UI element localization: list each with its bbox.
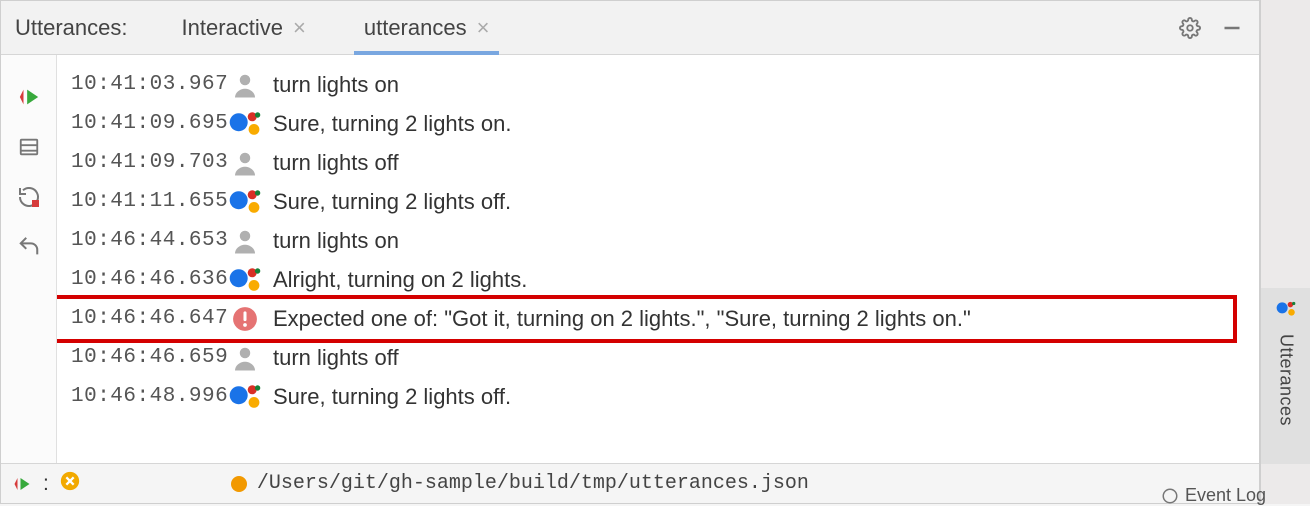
error-icon bbox=[227, 301, 263, 337]
minimize-icon[interactable] bbox=[1219, 15, 1245, 41]
log-message: turn lights on bbox=[273, 72, 399, 98]
timestamp: 10:46:48.996 bbox=[71, 385, 217, 408]
left-rail bbox=[1, 55, 57, 463]
tab-label: utterances bbox=[364, 15, 467, 41]
log-message: turn lights off bbox=[273, 150, 399, 176]
log-row[interactable]: 10:46:44.653 turn lights on bbox=[71, 221, 1255, 260]
log-message: Alright, turning on 2 lights. bbox=[273, 267, 527, 293]
log-row[interactable]: 10:46:46.636 Alright, turning on 2 lights… bbox=[71, 260, 1255, 299]
footer-status-bar: : /Users/git/gh-sample/build/tmp/utteran… bbox=[1, 463, 1259, 503]
file-path: /Users/git/gh-sample/build/tmp/utterance… bbox=[257, 472, 809, 495]
log-row[interactable]: 10:46:48.996 Sure, turning 2 lights off. bbox=[71, 377, 1255, 416]
log-area: 10:41:03.967 turn lights on 10:41:09.695 Su… bbox=[57, 55, 1259, 463]
timestamp: 10:46:46.659 bbox=[71, 346, 217, 369]
panel-body: 10:41:03.967 turn lights on 10:41:09.695 Su… bbox=[1, 55, 1259, 463]
log-message: Sure, turning 2 lights off. bbox=[273, 384, 511, 410]
timestamp: 10:46:44.653 bbox=[71, 229, 217, 252]
log-message: Sure, turning 2 lights on. bbox=[273, 111, 511, 137]
timestamp: 10:46:46.636 bbox=[71, 268, 217, 291]
event-log-label: Event Log bbox=[1185, 485, 1266, 506]
gear-icon[interactable] bbox=[1177, 15, 1203, 41]
right-gutter: Utterances bbox=[1260, 0, 1310, 504]
cancel-icon[interactable] bbox=[59, 470, 81, 498]
log-row[interactable]: 10:41:09.695 Sure, turning 2 lights on. bbox=[71, 104, 1255, 143]
timestamp: 10:46:46.647 bbox=[71, 307, 217, 330]
assistant-icon bbox=[227, 379, 263, 415]
tab-label: Interactive bbox=[182, 15, 284, 41]
user-icon bbox=[227, 67, 263, 103]
user-icon bbox=[227, 340, 263, 376]
assistant-icon bbox=[227, 262, 263, 298]
log-message: turn lights on bbox=[273, 228, 399, 254]
timestamp: 10:41:09.695 bbox=[71, 112, 217, 135]
log-row[interactable]: 10:41:11.655 Sure, turning 2 lights off. bbox=[71, 182, 1255, 221]
side-tab-utterances[interactable]: Utterances bbox=[1261, 288, 1310, 464]
event-log-link[interactable]: Event Log bbox=[1161, 485, 1266, 506]
tab-utterances[interactable]: utterances × bbox=[354, 1, 500, 55]
utterances-panel: Utterances: Interactive × utterances × bbox=[0, 0, 1260, 504]
log-row[interactable]: 10:46:46.659 turn lights off bbox=[71, 338, 1255, 377]
timestamp: 10:41:11.655 bbox=[71, 190, 217, 213]
layout-icon[interactable] bbox=[15, 133, 43, 161]
side-tab-label: Utterances bbox=[1276, 334, 1297, 426]
log-row[interactable]: 10:46:46.647 Expected one of: "Got it, tu… bbox=[71, 299, 1255, 338]
assistant-icon bbox=[227, 184, 263, 220]
user-icon bbox=[227, 145, 263, 181]
rerun-icon[interactable] bbox=[11, 473, 33, 495]
timestamp: 10:41:03.967 bbox=[71, 73, 217, 96]
panel-header: Utterances: Interactive × utterances × bbox=[1, 1, 1259, 55]
rerun-icon[interactable] bbox=[15, 83, 43, 111]
log-message: Sure, turning 2 lights off. bbox=[273, 189, 511, 215]
log-row[interactable]: 10:41:09.703 turn lights off bbox=[71, 143, 1255, 182]
user-icon bbox=[227, 223, 263, 259]
assistant-icon bbox=[1275, 298, 1297, 326]
panel-title: Utterances: bbox=[15, 15, 128, 41]
log-message: Expected one of: "Got it, turning on 2 l… bbox=[273, 306, 971, 332]
tab-interactive[interactable]: Interactive × bbox=[172, 1, 316, 55]
timestamp: 10:41:09.703 bbox=[71, 151, 217, 174]
undo-icon[interactable] bbox=[15, 233, 43, 261]
status-dot-icon bbox=[231, 476, 247, 492]
assistant-icon bbox=[227, 106, 263, 142]
refresh-icon[interactable] bbox=[15, 183, 43, 211]
close-icon[interactable]: × bbox=[293, 15, 306, 41]
log-message: turn lights off bbox=[273, 345, 399, 371]
close-icon[interactable]: × bbox=[477, 15, 490, 41]
footer-colon: : bbox=[43, 472, 49, 496]
log-row[interactable]: 10:41:03.967 turn lights on bbox=[71, 65, 1255, 104]
